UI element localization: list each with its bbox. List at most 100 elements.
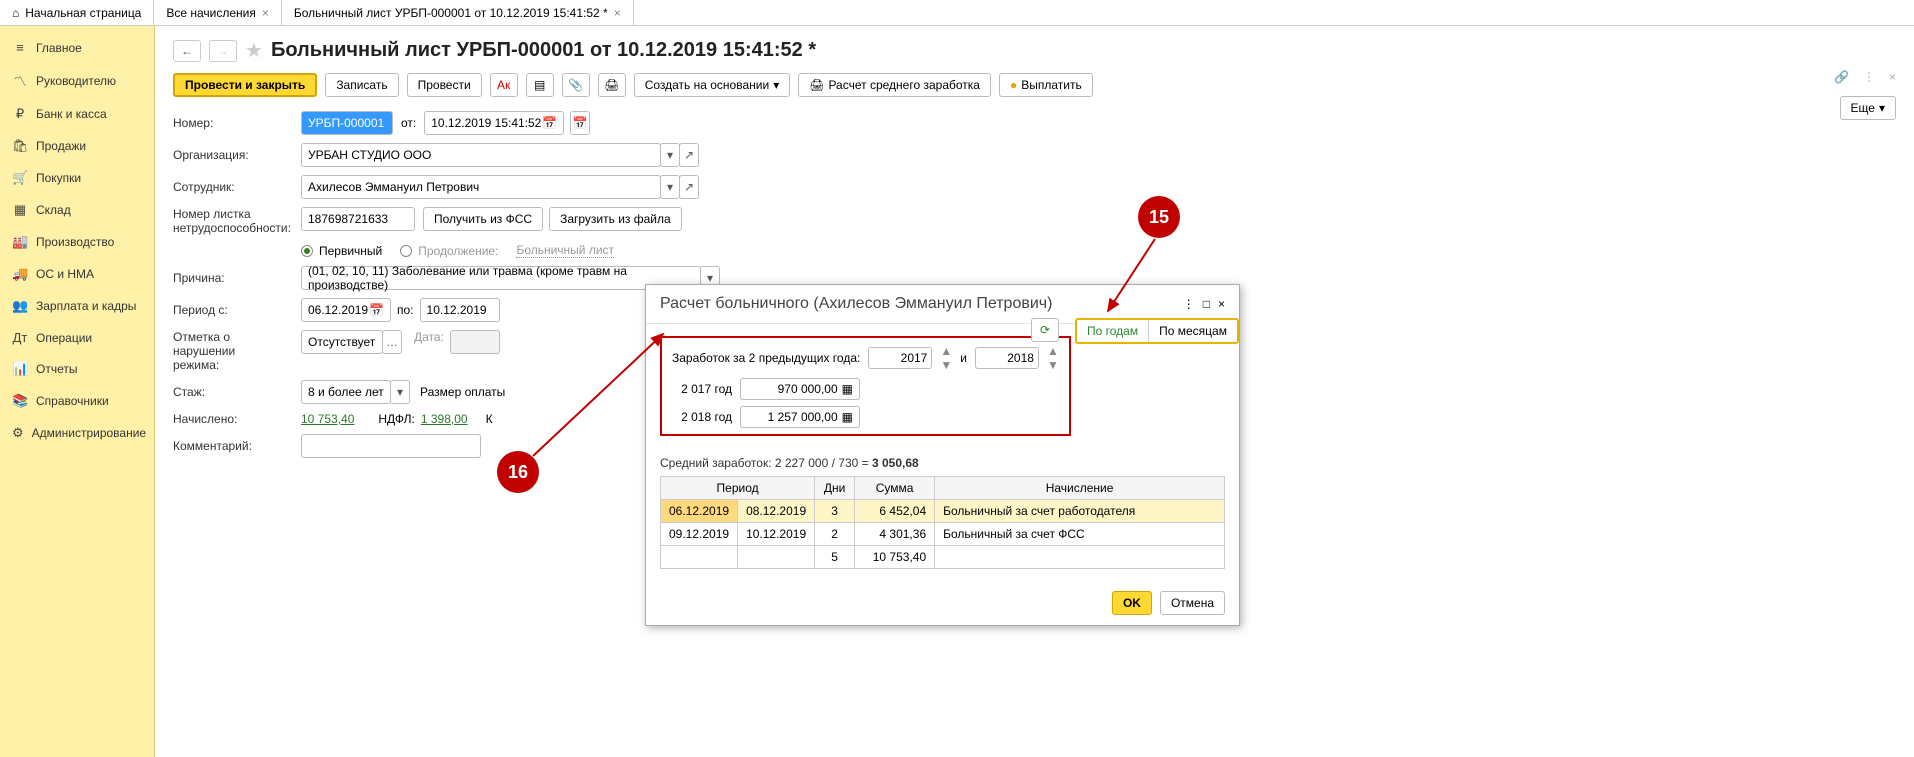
dropdown-icon[interactable]: ▾ xyxy=(660,143,680,167)
ndfl-label: НДФЛ: xyxy=(378,412,414,426)
back-button[interactable]: ← xyxy=(173,40,201,62)
close-icon[interactable]: × xyxy=(614,6,621,20)
calendar-icon[interactable]: 📅 xyxy=(542,116,557,130)
earnings-highlight-box: Заработок за 2 предыдущих года: ▲▼ и ▲▼ … xyxy=(660,336,1071,436)
more-button[interactable]: Еще ▾ xyxy=(1840,96,1896,120)
payment-size-label: Размер оплаты xyxy=(420,385,505,399)
number-input[interactable]: УРБП-000001 xyxy=(301,111,393,135)
popup-more-icon[interactable]: ⋮ xyxy=(1183,297,1195,311)
chevron-down-icon: ▾ xyxy=(1879,101,1885,115)
cancel-button[interactable]: Отмена xyxy=(1160,591,1225,615)
close-icon[interactable]: × xyxy=(262,6,269,20)
ndfl-link[interactable]: 1 398,00 xyxy=(421,412,468,426)
average-earnings-text: Средний заработок: 2 227 000 / 730 = 3 0… xyxy=(660,456,1225,470)
sidebar-item-manager[interactable]: 〽Руководителю xyxy=(0,63,154,98)
dt-kt-icon[interactable]: Aк xyxy=(490,73,518,97)
by-years-tab[interactable]: По годам xyxy=(1077,320,1148,342)
popup-title: Расчет больничного (Ахилесов Эммануил Пе… xyxy=(660,295,1052,313)
by-months-tab[interactable]: По месяцам xyxy=(1148,320,1237,342)
violation-date-input[interactable] xyxy=(450,330,500,354)
dropdown-icon[interactable]: ▾ xyxy=(390,380,410,404)
close-panel-icon[interactable]: × xyxy=(1889,70,1896,84)
registry-icon[interactable]: ▤ xyxy=(526,73,554,97)
violation-input[interactable]: Отсутствует xyxy=(301,330,383,354)
violation-date-label: Дата: xyxy=(414,330,444,344)
spinner-down-icon[interactable]: ▼ xyxy=(1047,358,1059,372)
employee-input[interactable]: Ахилесов Эммануил Петрович xyxy=(301,175,661,199)
sidebar-item-assets[interactable]: 🚚ОС и НМА xyxy=(0,258,154,290)
accrued-link[interactable]: 10 753,40 xyxy=(301,412,354,426)
period-to-input[interactable]: 10.12.2019 xyxy=(420,298,500,322)
radio-primary[interactable]: Первичный xyxy=(301,244,382,258)
sidebar-item-reports[interactable]: 📊Отчеты xyxy=(0,353,154,385)
payments-table: Период Дни Сумма Начисление 06.12.201908… xyxy=(660,476,1225,569)
year2-input[interactable] xyxy=(975,347,1039,369)
forward-button[interactable]: → xyxy=(209,40,237,62)
sidebar-item-bank[interactable]: ₽Банк и касса xyxy=(0,98,154,130)
sidebar-item-admin[interactable]: ⚙Администрирование xyxy=(0,417,154,449)
save-button[interactable]: Записать xyxy=(325,73,398,97)
radio-continuation[interactable]: Продолжение: xyxy=(400,244,498,258)
sidebar-item-production[interactable]: 🏭Производство xyxy=(0,226,154,258)
year1-input[interactable] xyxy=(868,347,932,369)
org-input[interactable]: УРБАН СТУДИО ООО xyxy=(301,143,661,167)
open-icon[interactable]: ↗ xyxy=(679,175,699,199)
table-row[interactable]: 06.12.201908.12.2019 3 6 452,04 Больничн… xyxy=(661,500,1225,523)
spinner-down-icon[interactable]: ▼ xyxy=(940,358,952,372)
popup-maximize-icon[interactable]: □ xyxy=(1203,297,1210,311)
popup-close-icon[interactable]: × xyxy=(1218,297,1225,311)
tab-sick-leave[interactable]: Больничный лист УРБП-000001 от 10.12.201… xyxy=(282,0,634,25)
create-based-button[interactable]: Создать на основании ▾ xyxy=(634,73,791,97)
sidebar-item-main[interactable]: ≡Главное xyxy=(0,32,154,63)
experience-input[interactable]: 8 и более лет xyxy=(301,380,391,404)
link-icon[interactable]: 🔗 xyxy=(1834,70,1849,84)
expand-icon[interactable]: … xyxy=(382,330,402,354)
sidebar-item-operations[interactable]: ДтОперации xyxy=(0,322,154,353)
ok-button[interactable]: OK xyxy=(1112,591,1152,615)
get-from-fss-button[interactable]: Получить из ФСС xyxy=(423,207,543,231)
comment-input[interactable] xyxy=(301,434,481,458)
calc-icon[interactable]: ▦ xyxy=(842,382,853,396)
home-icon: ⌂ xyxy=(12,6,19,20)
sheet-number-input[interactable]: 187698721633 xyxy=(301,207,415,231)
year1-amount-input[interactable]: 970 000,00▦ xyxy=(740,378,860,400)
continuation-link[interactable]: Больничный лист xyxy=(516,243,614,258)
tab-accruals[interactable]: Все начисления× xyxy=(154,0,282,25)
sidebar-item-directories[interactable]: 📚Справочники xyxy=(0,385,154,417)
calc-icon[interactable]: ▦ xyxy=(842,410,853,424)
period-from-input[interactable]: 06.12.2019📅 xyxy=(301,298,391,322)
tab-home[interactable]: ⌂Начальная страница xyxy=(0,0,154,25)
truck-icon: 🚚 xyxy=(12,266,28,282)
pay-button[interactable]: ● Выплатить xyxy=(999,73,1093,97)
k-label: К xyxy=(486,412,493,426)
open-icon[interactable]: ↗ xyxy=(679,143,699,167)
sidebar-item-salary[interactable]: 👥Зарплата и кадры xyxy=(0,290,154,322)
reports-icon: 📊 xyxy=(12,361,28,377)
menu-icon: ≡ xyxy=(12,40,28,55)
sidebar: ≡Главное 〽Руководителю ₽Банк и касса 🛍Пр… xyxy=(0,26,155,757)
sidebar-item-sales[interactable]: 🛍Продажи xyxy=(0,130,154,162)
star-icon[interactable]: ★ xyxy=(245,38,263,63)
from-label: от: xyxy=(401,116,416,130)
sidebar-item-warehouse[interactable]: ▦Склад xyxy=(0,194,154,226)
spinner-up-icon[interactable]: ▲ xyxy=(1047,344,1059,358)
period-label: Период с: xyxy=(173,303,301,317)
reason-dropdown[interactable]: (01, 02, 10, 11) Заболевание или травма … xyxy=(301,266,701,290)
post-button[interactable]: Провести xyxy=(407,73,482,97)
dropdown-icon[interactable]: ▾ xyxy=(660,175,680,199)
refresh-button[interactable]: ⟳ xyxy=(1031,318,1059,342)
year2-amount-input[interactable]: 1 257 000,00▦ xyxy=(740,406,860,428)
print-icon[interactable]: 🖨 xyxy=(598,73,626,97)
date-input[interactable]: 10.12.2019 15:41:52📅 xyxy=(424,111,564,135)
post-and-close-button[interactable]: Провести и закрыть xyxy=(173,73,317,97)
more-icon[interactable]: ⋮ xyxy=(1863,70,1875,84)
sidebar-item-purchases[interactable]: 🛒Покупки xyxy=(0,162,154,194)
table-total-row: 5 10 753,40 xyxy=(661,546,1225,569)
avg-calc-button[interactable]: 🖨 Расчет среднего заработка xyxy=(798,73,991,97)
table-row[interactable]: 09.12.201910.12.2019 2 4 301,36 Больничн… xyxy=(661,523,1225,546)
load-from-file-button[interactable]: Загрузить из файла xyxy=(549,207,682,231)
spinner-up-icon[interactable]: ▲ xyxy=(940,344,952,358)
attach-icon[interactable]: 📎 xyxy=(562,73,590,97)
calendar-icon: 📅 xyxy=(369,303,384,317)
calendar-extra-icon[interactable]: 📅 xyxy=(570,111,590,135)
